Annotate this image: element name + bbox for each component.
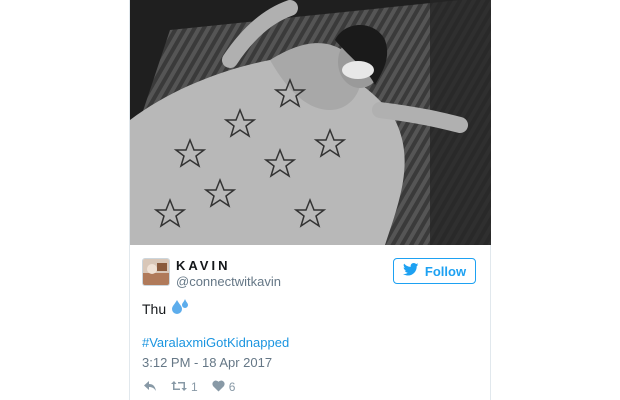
tweet-photo[interactable]: [130, 0, 491, 245]
avatar[interactable]: [142, 258, 170, 286]
tweet-text-content: Thu: [142, 300, 167, 317]
tweet-author: KAVIN @connectwitkavin Follow: [142, 258, 478, 292]
like-button[interactable]: 6: [212, 380, 236, 395]
hashtag-link[interactable]: #VaralaxmiGotKidnapped: [142, 335, 289, 350]
display-name[interactable]: KAVIN: [176, 258, 230, 273]
like-count: 6: [228, 380, 236, 394]
follow-button[interactable]: Follow: [393, 258, 476, 284]
reply-button[interactable]: [143, 380, 157, 395]
twitter-bird-icon: [402, 263, 419, 279]
heart-icon: [212, 380, 225, 395]
retweet-icon: [171, 380, 187, 395]
follow-label: Follow: [424, 263, 467, 279]
embedded-tweet: KAVIN @connectwitkavin Follow Thu #Varal…: [129, 0, 491, 400]
tweet-timestamp[interactable]: 3:12 PM - 18 Apr 2017: [142, 355, 272, 370]
retweet-button[interactable]: 1: [171, 380, 198, 395]
tweet-text: Thu: [142, 299, 190, 318]
sweat-droplets-emoji: [172, 299, 190, 318]
user-handle[interactable]: @connectwitkavin: [176, 274, 281, 289]
tweet-actions: 1 6: [143, 378, 235, 396]
photo-image: [130, 0, 491, 245]
retweet-count: 1: [191, 380, 198, 394]
reply-icon: [143, 380, 157, 395]
